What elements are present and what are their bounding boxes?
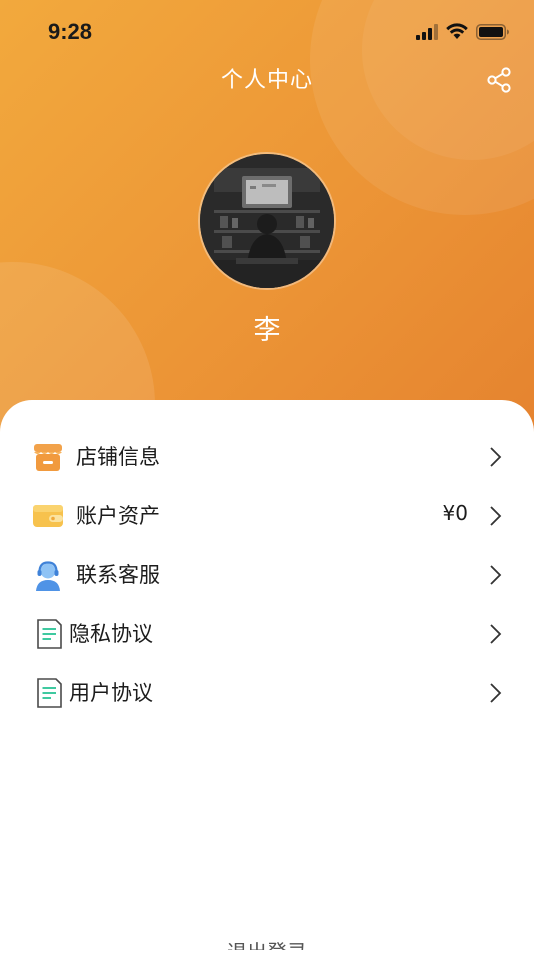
status-time: 9:28 xyxy=(48,19,93,44)
menu-item-user-agreement[interactable]: 用户协议 xyxy=(0,664,534,722)
logout-button[interactable]: 退出登录 xyxy=(0,936,534,950)
menu-item-label: 店铺信息 xyxy=(76,445,160,469)
menu-item-store-info[interactable]: 店铺信息 xyxy=(0,428,534,486)
chevron-right-icon xyxy=(490,447,502,467)
customer-service-icon xyxy=(36,561,60,591)
wifi-icon xyxy=(446,23,468,39)
avatar[interactable] xyxy=(200,154,334,288)
account-balance: ¥0 xyxy=(442,501,468,525)
menu-item-privacy-policy[interactable]: 隐私协议 xyxy=(0,605,534,663)
store-icon xyxy=(34,444,62,471)
menu-item-customer-service[interactable]: 联系客服 xyxy=(0,546,534,604)
menu-item-label: 账户资产 xyxy=(76,504,160,528)
chevron-right-icon xyxy=(490,565,502,585)
menu-item-account-assets[interactable]: 账户资产 ¥0 xyxy=(0,487,534,545)
menu-item-label: 用户协议 xyxy=(69,681,153,705)
status-icons xyxy=(416,23,510,40)
menu-item-label: 隐私协议 xyxy=(69,622,153,646)
document-icon xyxy=(37,678,62,708)
chevron-right-icon xyxy=(490,683,502,703)
share-icon[interactable] xyxy=(485,66,513,94)
wallet-icon xyxy=(33,505,63,527)
user-name: 李 xyxy=(253,315,281,346)
battery-icon xyxy=(476,23,509,40)
menu-item-label: 联系客服 xyxy=(76,563,160,587)
status-bar: 9:28 xyxy=(0,0,534,66)
avatar-image xyxy=(200,154,334,288)
chevron-right-icon xyxy=(490,624,502,644)
chevron-right-icon xyxy=(490,506,502,526)
cellular-signal-icon xyxy=(416,23,438,40)
document-icon xyxy=(37,619,62,649)
page-title: 个人中心 xyxy=(220,68,313,93)
